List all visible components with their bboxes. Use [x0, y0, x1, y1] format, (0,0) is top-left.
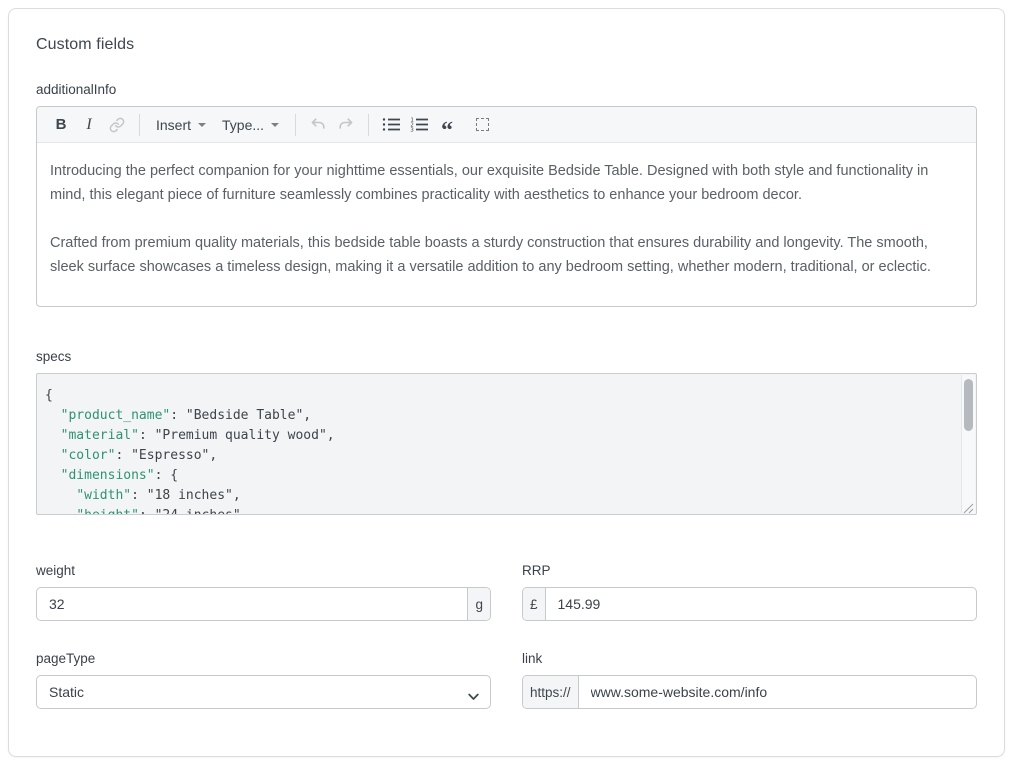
additional-info-section: additionalInfo B I Insert Type... — [36, 82, 977, 307]
code-line: "width": "18 inches", — [45, 486, 954, 506]
rrp-input-group: £ — [522, 587, 977, 621]
editor-toolbar: B I Insert Type... — [37, 107, 976, 143]
rrp-input[interactable] — [546, 588, 976, 620]
specs-section: specs { "product_name": "Bedside Table",… — [36, 349, 977, 515]
currency-prefix: £ — [523, 588, 546, 620]
redo-icon — [337, 117, 355, 132]
code-line: "dimensions": { — [45, 466, 954, 486]
code-line: "material": "Premium quality wood", — [45, 426, 954, 446]
fields-row-2: pageType Static link https:// — [36, 651, 977, 709]
additional-info-label: additionalInfo — [36, 82, 977, 97]
block-format-button[interactable] — [469, 112, 495, 138]
code-line: { — [45, 386, 954, 406]
link-label: link — [522, 651, 977, 666]
rrp-label: RRP — [522, 563, 977, 578]
weight-input[interactable] — [37, 588, 467, 620]
insert-dropdown-label: Insert — [156, 117, 191, 133]
weight-label: weight — [36, 563, 491, 578]
rich-text-editor: B I Insert Type... — [36, 106, 977, 307]
custom-fields-card: Custom fields additionalInfo B I Insert … — [8, 8, 1005, 757]
bullet-list-button[interactable] — [378, 112, 404, 138]
page-type-select-wrap: Static — [36, 675, 491, 709]
code-line: "color": "Espresso", — [45, 446, 954, 466]
specs-label: specs — [36, 349, 977, 364]
redo-button[interactable] — [333, 112, 359, 138]
code-line: "product_name": "Bedside Table", — [45, 406, 954, 426]
insert-dropdown[interactable]: Insert — [148, 112, 214, 138]
toolbar-divider — [139, 114, 140, 136]
toolbar-divider — [295, 114, 296, 136]
specs-code-editor[interactable]: { "product_name": "Bedside Table", "mate… — [36, 373, 977, 515]
page-type-select[interactable]: Static — [36, 675, 491, 709]
scrollbar-track[interactable] — [961, 375, 975, 513]
fields-row-1: weight g RRP £ — [36, 563, 977, 621]
link-field: link https:// — [522, 651, 977, 709]
editor-content[interactable]: Introducing the perfect companion for yo… — [37, 143, 976, 307]
editor-paragraph: Crafted from premium quality materials, … — [50, 231, 963, 279]
link-input-group: https:// — [522, 675, 977, 709]
undo-icon — [309, 117, 327, 132]
blockquote-icon: “ — [441, 114, 453, 136]
scrollbar-thumb[interactable] — [964, 379, 973, 431]
code-line: "height": "24 inches", — [45, 506, 954, 515]
bold-button[interactable]: B — [48, 112, 74, 138]
italic-button[interactable]: I — [76, 112, 102, 138]
weight-unit-suffix: g — [467, 588, 490, 620]
weight-input-group: g — [36, 587, 491, 621]
link-input[interactable] — [579, 676, 976, 708]
chevron-down-icon — [198, 123, 206, 127]
type-dropdown-label: Type... — [222, 117, 264, 133]
dashed-box-icon — [476, 118, 489, 131]
resize-grip[interactable] — [963, 501, 974, 512]
page-type-label: pageType — [36, 651, 491, 666]
svg-text:3: 3 — [410, 128, 413, 132]
numbered-list-icon: 123 — [410, 117, 429, 132]
link-icon — [109, 117, 125, 133]
rrp-field: RRP £ — [522, 563, 977, 621]
undo-button[interactable] — [305, 112, 331, 138]
weight-field: weight g — [36, 563, 491, 621]
page-title: Custom fields — [36, 36, 977, 54]
chevron-down-icon — [271, 123, 279, 127]
editor-paragraph: Introducing the perfect companion for yo… — [50, 159, 963, 207]
protocol-prefix: https:// — [523, 676, 579, 708]
blockquote-button[interactable]: “ — [434, 112, 460, 138]
link-button[interactable] — [104, 112, 130, 138]
bullet-list-icon — [382, 117, 401, 132]
numbered-list-button[interactable]: 123 — [406, 112, 432, 138]
toolbar-divider — [368, 114, 369, 136]
page-type-field: pageType Static — [36, 651, 491, 709]
type-dropdown[interactable]: Type... — [214, 112, 287, 138]
